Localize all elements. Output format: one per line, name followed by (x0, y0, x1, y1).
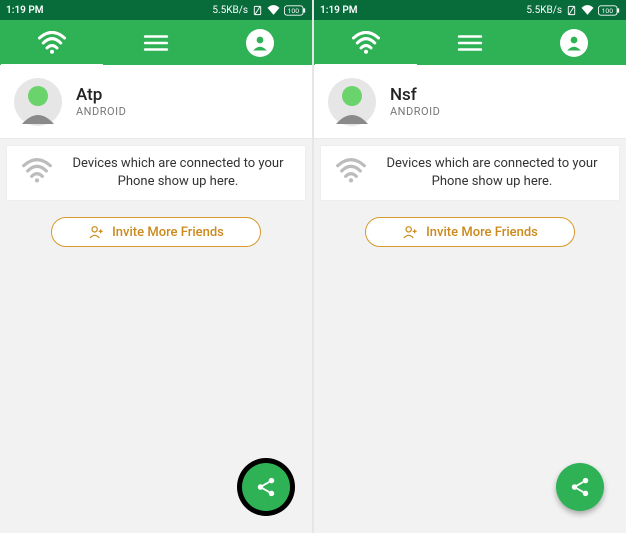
invite-icon (88, 224, 104, 240)
share-icon (255, 476, 277, 498)
invite-icon (402, 224, 418, 240)
top-toolbar (314, 20, 626, 65)
user-card[interactable]: Nsf ANDROID (314, 65, 626, 139)
top-toolbar (0, 20, 312, 65)
no-sim-icon (566, 5, 577, 16)
phone-screen: 1:19 PM 5.5KB/s 100 Atp ANDROID (0, 0, 312, 533)
tab-menu[interactable] (105, 20, 208, 65)
share-fab[interactable] (242, 463, 290, 511)
svg-text:100: 100 (602, 7, 614, 15)
wifi-grey-icon (21, 158, 53, 188)
user-platform: ANDROID (76, 105, 126, 118)
wifi-icon (37, 31, 67, 55)
tab-wifi[interactable] (1, 20, 104, 65)
hamburger-icon (143, 33, 169, 53)
user-card[interactable]: Atp ANDROID (0, 65, 312, 139)
wifi-icon (351, 31, 381, 55)
avatar (14, 78, 62, 126)
wifi-signal-icon (267, 5, 280, 15)
no-sim-icon (252, 5, 263, 16)
status-time: 1:19 PM (320, 5, 526, 16)
account-icon (246, 29, 274, 57)
invite-friends-button[interactable]: Invite More Friends (51, 217, 261, 247)
account-icon (560, 29, 588, 57)
tab-account[interactable] (523, 20, 626, 65)
wifi-signal-icon (581, 5, 594, 15)
hamburger-icon (457, 33, 483, 53)
battery-icon: 100 (598, 5, 620, 16)
status-speed: 5.5KB/s (212, 5, 248, 16)
status-time: 1:19 PM (6, 5, 212, 16)
status-bar: 1:19 PM 5.5KB/s 100 (314, 0, 626, 20)
tab-account[interactable] (209, 20, 312, 65)
invite-label: Invite More Friends (426, 225, 538, 240)
devices-message: Devices which are connected to your Phon… (65, 155, 291, 190)
wifi-grey-icon (335, 158, 367, 188)
devices-panel: Devices which are connected to your Phon… (6, 145, 306, 201)
user-name: Nsf (390, 85, 440, 105)
battery-icon: 100 (284, 5, 306, 16)
svg-text:100: 100 (288, 7, 300, 15)
user-platform: ANDROID (390, 105, 440, 118)
invite-label: Invite More Friends (112, 225, 224, 240)
tab-wifi[interactable] (315, 20, 418, 65)
share-icon (569, 476, 591, 498)
devices-panel: Devices which are connected to your Phon… (320, 145, 620, 201)
share-fab[interactable] (556, 463, 604, 511)
invite-friends-button[interactable]: Invite More Friends (365, 217, 575, 247)
user-name: Atp (76, 85, 126, 105)
devices-message: Devices which are connected to your Phon… (379, 155, 605, 190)
status-bar: 1:19 PM 5.5KB/s 100 (0, 0, 312, 20)
avatar (328, 78, 376, 126)
status-speed: 5.5KB/s (526, 5, 562, 16)
phone-screen: 1:19 PM 5.5KB/s 100 Nsf ANDROID (314, 0, 626, 533)
tab-menu[interactable] (419, 20, 522, 65)
